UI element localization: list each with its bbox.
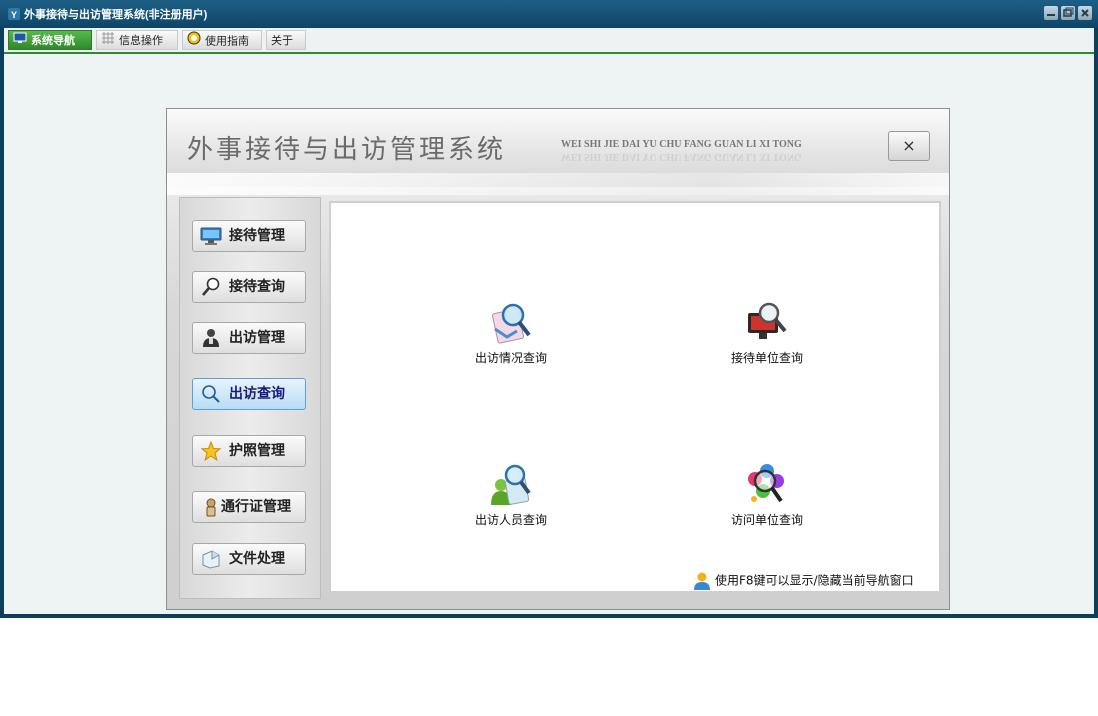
clock-icon <box>187 31 201 52</box>
dialog-close-button[interactable]: × <box>888 131 930 161</box>
header-shine <box>167 173 949 195</box>
people-search-icon <box>487 461 535 509</box>
document-icon <box>200 549 222 569</box>
nav-permit-management[interactable]: 通行证管理 <box>192 491 306 523</box>
minimize-button[interactable] <box>1044 6 1058 20</box>
group-search-icon <box>743 461 791 509</box>
badge-icon <box>200 497 222 517</box>
nav-visit-query[interactable]: 出访查询 <box>192 378 306 410</box>
nav-label: 出访查询 <box>229 386 285 402</box>
nav-label: 接待管理 <box>229 228 285 244</box>
search-icon <box>200 384 222 404</box>
tab-label: 系统导航 <box>31 35 75 47</box>
restore-icon <box>1063 7 1074 17</box>
tab-label: 使用指南 <box>205 35 249 48</box>
minimize-icon <box>1047 14 1055 16</box>
tab-system-nav[interactable]: 系统导航 <box>8 30 92 50</box>
tab-user-guide[interactable]: 使用指南 <box>182 30 262 50</box>
dialog-title: 外事接待与出访管理系统 <box>187 135 507 165</box>
nav-label: 接待查询 <box>229 279 285 295</box>
f8-tip: 使用F8键可以显示/隐藏当前导航窗口 <box>693 571 914 591</box>
visit-personnel-query[interactable]: 出访人员查询 <box>441 461 581 528</box>
user-tip-icon <box>694 572 710 590</box>
nav-label: 护照管理 <box>229 443 285 459</box>
nav-label: 文件处理 <box>229 551 285 567</box>
tab-bar: 系统导航 信息操作 使用指南 关于 <box>4 28 1094 54</box>
title-bar: Y 外事接待与出访管理系统(非注册用户) <box>0 0 1098 28</box>
app-icon: Y <box>8 8 20 20</box>
star-icon <box>200 440 222 462</box>
nav-reception-management[interactable]: 接待管理 <box>192 220 306 252</box>
item-label: 访问单位查询 <box>730 513 803 527</box>
nav-document-processing[interactable]: 文件处理 <box>192 543 306 575</box>
nav-visit-management[interactable]: 出访管理 <box>192 322 306 354</box>
dialog-pinyin-reflection: WEI SHI JIE DAI YU CHU FANG GUAN LI XI T… <box>561 151 802 162</box>
item-label: 出访人员查询 <box>474 513 547 527</box>
magnifier-icon <box>200 277 222 297</box>
close-icon <box>1081 9 1089 17</box>
visit-unit-query[interactable]: 访问单位查询 <box>697 461 837 528</box>
item-label: 出访情况查询 <box>474 351 547 365</box>
document-search-icon <box>487 299 535 347</box>
nav-reception-query[interactable]: 接待查询 <box>192 271 306 303</box>
monitor-icon <box>200 226 222 246</box>
tab-label: 关于 <box>271 35 293 47</box>
navigation-dialog: 外事接待与出访管理系统 WEI SHI JIE DAI YU CHU FANG … <box>166 108 950 610</box>
visit-status-query[interactable]: 出访情况查询 <box>441 299 581 366</box>
content-panel: 出访情况查询 接待单位查询 出访人员查询 访问单位查询 使用F8键可以显示/隐藏… <box>329 201 941 593</box>
close-button[interactable] <box>1078 6 1092 20</box>
monitor-search-icon <box>743 299 791 347</box>
nav-passport-management[interactable]: 护照管理 <box>192 435 306 467</box>
nav-sidebar: 接待管理 接待查询 出访管理 出访查询 护照管理 通行证管理 文件处理 <box>179 197 321 599</box>
tip-text: 使用F8键可以显示/隐藏当前导航窗口 <box>715 573 914 588</box>
dialog-pinyin: WEI SHI JIE DAI YU CHU FANG GUAN LI XI T… <box>561 139 802 150</box>
grid-icon <box>101 31 115 51</box>
person-icon <box>200 328 222 348</box>
monitor-icon <box>13 31 27 51</box>
item-label: 接待单位查询 <box>730 351 803 365</box>
tab-label: 信息操作 <box>119 35 163 47</box>
svg-text:Y: Y <box>11 10 17 20</box>
restore-button[interactable] <box>1061 6 1075 20</box>
reception-unit-query[interactable]: 接待单位查询 <box>697 299 837 366</box>
tab-info-operation[interactable]: 信息操作 <box>96 30 178 50</box>
nav-label: 通行证管理 <box>221 499 291 515</box>
nav-label: 出访管理 <box>229 330 285 346</box>
tab-about[interactable]: 关于 <box>266 30 306 50</box>
window-title: 外事接待与出访管理系统(非注册用户) <box>24 9 208 21</box>
